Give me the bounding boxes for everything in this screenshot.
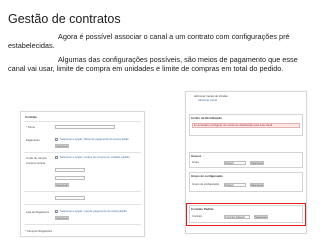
- name-label: * Nome: [26, 126, 35, 129]
- divider: [24, 191, 141, 192]
- config-group-field[interactable]: Default: [224, 183, 246, 187]
- minimum-input[interactable]: [55, 196, 85, 200]
- slide-title: Gestão de contratos: [8, 12, 121, 26]
- payment-store-radio[interactable]: [55, 210, 58, 213]
- limit-units-input[interactable]: [55, 168, 85, 172]
- tree-child[interactable]: Adicionar Canal: [198, 99, 217, 102]
- payment-radio[interactable]: [55, 138, 58, 141]
- limit-select-button[interactable]: Selecionar: [55, 183, 69, 187]
- config-group-select-button[interactable]: Selecionar: [250, 183, 264, 187]
- details-paragraph: Algumas das configurações possíveis, são…: [8, 55, 298, 73]
- limit-total-input[interactable]: [55, 176, 85, 180]
- intro-paragraph: Agora é possível associar o canal a um c…: [8, 32, 290, 50]
- group-value: Default: [225, 162, 234, 165]
- payment-select-button[interactable]: Selecionar: [55, 144, 69, 148]
- default-contract-highlight: [186, 203, 306, 226]
- minimum-purchase-label: Compra mínima: [26, 162, 46, 165]
- distribution-center-notice: É necessário configurar um centro de dis…: [192, 123, 300, 128]
- config-group-box: Grupo de configuração Grupo de configura…: [189, 172, 303, 192]
- divider: [24, 224, 141, 225]
- purchase-limit-option[interactable]: Selecione a opção: Limites de compra em …: [60, 156, 140, 159]
- name-input[interactable]: [55, 125, 115, 129]
- divider: [24, 204, 141, 205]
- distribution-center-header: Centro de Distribuição: [191, 116, 222, 120]
- groups-box: Grupos Grupo Default Selecionar: [189, 152, 303, 168]
- contract-form-screenshot: Contrato * Nome Pagamento Selecione a op…: [20, 111, 145, 237]
- contract-form-header: Contrato: [25, 115, 38, 119]
- tree-root[interactable]: Adicionar Canais de Vendas: [194, 95, 228, 98]
- payment-option[interactable]: Selecione a opção: Meios de pagamento do…: [60, 138, 140, 141]
- purchase-limit-label: Limite de compra: [26, 157, 47, 160]
- payment-label: Pagamento: [26, 139, 40, 142]
- config-group-label: Grupo de configuração: [192, 183, 220, 186]
- purchase-limit-radio[interactable]: [55, 156, 58, 159]
- group-select-button[interactable]: Selecionar: [250, 161, 264, 165]
- distribution-center-box: Centro de Distribuição É necessário conf…: [189, 114, 303, 136]
- payment-store-select-button[interactable]: Selecionar: [55, 216, 69, 220]
- group-label: Grupo: [192, 161, 200, 164]
- divider: [24, 152, 141, 153]
- required-fields-note: * Campos Obrigatórios: [25, 230, 53, 233]
- groups-header: Grupos: [191, 154, 202, 158]
- payment-store-option[interactable]: Selecione a opção: Loja de pagamento do …: [60, 210, 140, 213]
- config-group-header: Grupo de configuração: [191, 174, 223, 178]
- notice-text: É necessário configurar um centro de dis…: [194, 124, 273, 127]
- divider: [24, 121, 141, 122]
- group-field[interactable]: Default: [224, 161, 246, 165]
- payment-store-label: Loja de Pagamento: [26, 211, 50, 214]
- config-group-value: Default: [225, 184, 234, 187]
- channel-settings-screenshot: Adicionar Canais de Vendas Adicionar Can…: [185, 91, 307, 234]
